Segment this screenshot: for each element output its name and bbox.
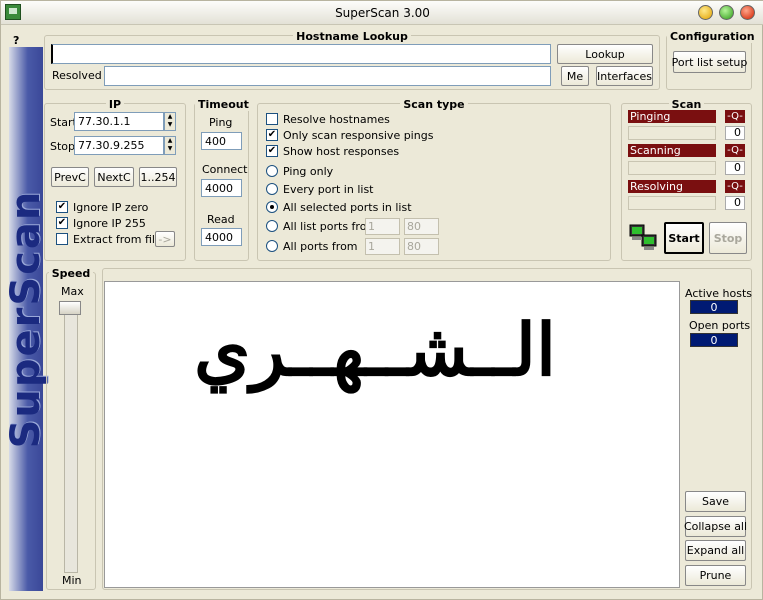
show-host-responses-label: Show host responses [283, 145, 400, 158]
pinging-status: Pinging [628, 110, 716, 123]
save-button[interactable]: Save [685, 491, 746, 512]
active-hosts-count: 0 [690, 300, 738, 314]
lookup-button[interactable]: Lookup [557, 44, 653, 64]
read-timeout-input[interactable]: 4000 [201, 228, 242, 246]
list-ports-to-input[interactable]: 80 [404, 218, 439, 235]
range-button[interactable]: 1..254 [139, 167, 177, 187]
open-ports-count: 0 [690, 333, 738, 347]
stop-ip-spinner[interactable]: ▲ ▼ [164, 136, 176, 155]
speed-min-label: Min [62, 574, 82, 587]
arabic-text: الــشــهــري [193, 307, 556, 392]
resolved-field[interactable] [104, 66, 551, 86]
ping-only-label: Ping only [283, 165, 334, 178]
results-tree-view[interactable]: الــشــهــري [104, 281, 680, 588]
collapse-all-button[interactable]: Collapse all [684, 516, 747, 537]
every-port-label: Every port in list [283, 183, 374, 196]
resolving-count: 0 [725, 196, 745, 210]
title-bar: SuperScan 3.00 [1, 1, 763, 25]
interfaces-button[interactable]: Interfaces [596, 66, 653, 86]
start-ip-spinner[interactable]: ▲ ▼ [164, 112, 176, 131]
speed-title: Speed [48, 267, 94, 280]
prevc-button[interactable]: PrevC [51, 167, 89, 187]
all-selected-ports-label: All selected ports in list [283, 201, 412, 214]
close-button[interactable] [740, 5, 755, 20]
superscan-window: SuperScan 3.00 ? SuperScan Hostname Look… [0, 0, 763, 600]
active-hosts-label: Active hosts [685, 287, 752, 300]
ignore-ip-zero-label: Ignore IP zero [73, 201, 149, 214]
configuration-title: Configuration [667, 30, 758, 43]
scanning-progress [628, 161, 716, 175]
pinging-progress [628, 126, 716, 140]
all-selected-ports-radio[interactable] [266, 201, 278, 213]
window-title: SuperScan 3.00 [335, 6, 430, 20]
start-ip-input[interactable]: 77.30.1.1 [74, 112, 164, 131]
network-computers-icon [628, 223, 660, 251]
start-scan-button[interactable]: Start [664, 222, 704, 254]
extract-file-button[interactable]: -> [155, 231, 175, 247]
only-responsive-pings-label: Only scan responsive pings [283, 129, 434, 142]
all-ports-from-radio[interactable] [266, 240, 278, 252]
ports-to-input[interactable]: 80 [404, 238, 439, 255]
scanning-count: 0 [725, 161, 745, 175]
resolving-queue: -Q- [725, 180, 745, 193]
help-button[interactable]: ? [13, 34, 19, 47]
read-label: Read [207, 213, 235, 226]
pinging-count: 0 [725, 126, 745, 140]
resolve-hostnames-checkbox[interactable] [266, 113, 278, 125]
every-port-radio[interactable] [266, 183, 278, 195]
stop-ip-input[interactable]: 77.30.9.255 [74, 136, 164, 155]
resolve-hostnames-label: Resolve hostnames [283, 113, 390, 126]
start-ip-label: Start [50, 116, 77, 129]
pinging-queue: -Q- [725, 110, 745, 123]
ignore-ip-255-checkbox[interactable]: ✔ [56, 217, 68, 229]
timeout-title: Timeout [195, 98, 252, 111]
resolved-label: Resolved [52, 69, 102, 82]
hostname-input[interactable] [51, 44, 551, 64]
ports-from-input[interactable]: 1 [365, 238, 400, 255]
open-ports-label: Open ports [689, 319, 751, 332]
scan-type-title: Scan type [400, 98, 468, 111]
scanning-queue: -Q- [725, 144, 745, 157]
extract-from-file-label: Extract from file [73, 233, 162, 246]
maximize-button[interactable] [719, 5, 734, 20]
all-list-ports-label: All list ports from [283, 220, 378, 233]
extract-from-file-checkbox[interactable] [56, 233, 68, 245]
brand-sidebar: SuperScan [3, 47, 49, 591]
speed-slider-track[interactable] [64, 301, 78, 573]
list-ports-from-input[interactable]: 1 [365, 218, 400, 235]
speed-slider-thumb[interactable] [59, 301, 81, 315]
only-responsive-pings-checkbox[interactable]: ✔ [266, 129, 278, 141]
scanning-status: Scanning [628, 144, 716, 157]
hostname-lookup-title: Hostname Lookup [293, 30, 411, 43]
connect-label: Connect [202, 163, 248, 176]
brand-logo-text: SuperScan [3, 189, 49, 449]
show-host-responses-checkbox[interactable]: ✔ [266, 145, 278, 157]
ping-timeout-input[interactable]: 400 [201, 132, 242, 150]
resolving-progress [628, 196, 716, 210]
expand-all-button[interactable]: Expand all [685, 540, 746, 561]
ip-title: IP [105, 98, 125, 111]
all-list-ports-radio[interactable] [266, 220, 278, 232]
nextc-button[interactable]: NextC [94, 167, 134, 187]
me-button[interactable]: Me [561, 66, 589, 86]
ping-only-radio[interactable] [266, 165, 278, 177]
stop-ip-label: Stop [50, 140, 76, 153]
stop-scan-button[interactable]: Stop [709, 222, 747, 254]
ping-label: Ping [209, 116, 233, 129]
resolving-status: Resolving [628, 180, 716, 193]
port-list-setup-button[interactable]: Port list setup [672, 51, 747, 73]
all-ports-from-label: All ports from [283, 240, 358, 253]
ignore-ip-zero-checkbox[interactable]: ✔ [56, 201, 68, 213]
minimize-button[interactable] [698, 5, 713, 20]
ignore-ip-255-label: Ignore IP 255 [73, 217, 146, 230]
prune-button[interactable]: Prune [685, 565, 746, 586]
connect-timeout-input[interactable]: 4000 [201, 179, 242, 197]
speed-max-label: Max [61, 285, 84, 298]
